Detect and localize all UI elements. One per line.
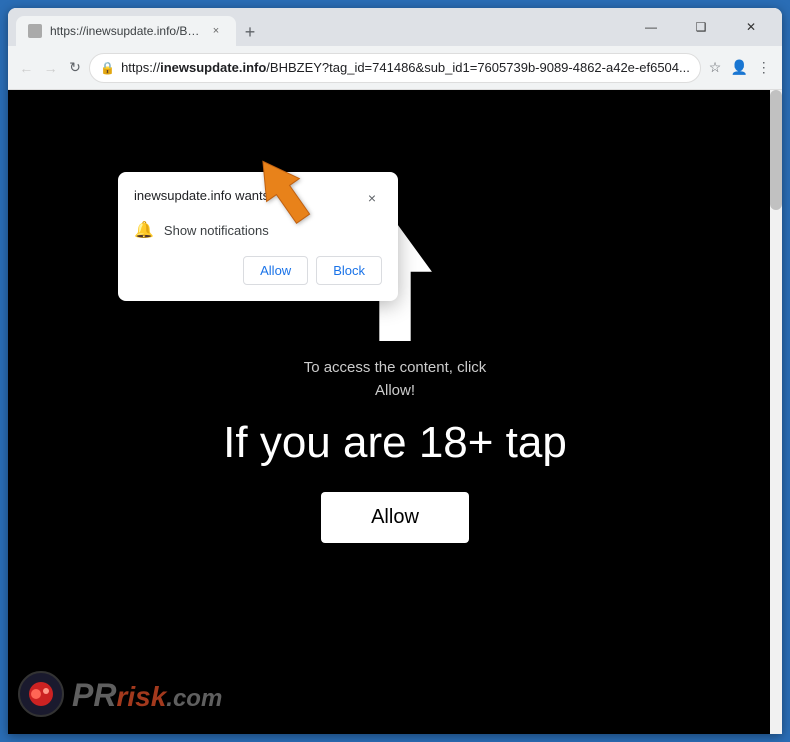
instruction-line1: To access the content, click — [304, 359, 487, 376]
allow-button-large[interactable]: Allow — [321, 492, 469, 543]
block-button[interactable]: Block — [316, 256, 382, 285]
page-instruction-text: To access the content, click Allow! — [304, 357, 487, 402]
orange-arrow-svg — [238, 150, 328, 230]
tab-close-button[interactable]: × — [208, 23, 224, 39]
tab-area: https://inewsupdate.info/BHBZE... × + — [16, 8, 616, 46]
logo-text-risk: risk — [116, 681, 166, 712]
scrollbar[interactable] — [770, 90, 782, 734]
bookmark-icon[interactable]: ☆ — [705, 54, 725, 82]
back-button[interactable]: ← — [16, 54, 36, 82]
maximize-button[interactable]: ❑ — [678, 12, 724, 42]
lock-icon: 🔒 — [100, 61, 115, 75]
new-tab-button[interactable]: + — [236, 18, 264, 46]
browser-window: https://inewsupdate.info/BHBZE... × + — … — [8, 8, 782, 734]
watermark: PRrisk.com — [8, 654, 782, 734]
watermark-logo: PRrisk.com — [18, 671, 222, 717]
close-window-button[interactable]: ✕ — [728, 12, 774, 42]
url-suffix: /BHBZEY?tag_id=741486&sub_id1=7605739b-9… — [266, 60, 690, 75]
bell-icon: 🔔 — [134, 220, 154, 240]
popup-close-button[interactable]: × — [362, 188, 382, 208]
logo-icon — [18, 671, 64, 717]
minimize-button[interactable]: — — [628, 12, 674, 42]
logo-svg — [26, 679, 56, 709]
forward-button[interactable]: → — [40, 54, 60, 82]
title-bar: https://inewsupdate.info/BHBZE... × + — … — [8, 8, 782, 46]
orange-arrow-indicator — [238, 150, 328, 235]
window-controls: — ❑ ✕ — [628, 12, 774, 42]
url-prefix: https:// — [121, 60, 160, 75]
scrollbar-thumb[interactable] — [770, 90, 782, 210]
reload-button[interactable]: ↻ — [65, 54, 85, 82]
logo-text-com: .com — [166, 685, 222, 712]
tab-favicon — [28, 24, 42, 38]
url-bar[interactable]: 🔒 https://inewsupdate.info/BHBZEY?tag_id… — [89, 53, 701, 83]
instruction-line2: Allow! — [375, 382, 415, 399]
webpage: To access the content, click Allow! If y… — [8, 90, 782, 734]
tab-title: https://inewsupdate.info/BHBZE... — [50, 24, 200, 38]
address-bar: ← → ↻ 🔒 https://inewsupdate.info/BHBZEY?… — [8, 46, 782, 90]
account-icon[interactable]: 👤 — [729, 54, 749, 82]
popup-buttons: Allow Block — [134, 256, 382, 285]
url-text: https://inewsupdate.info/BHBZEY?tag_id=7… — [121, 60, 690, 75]
age-text: If you are 18+ tap — [223, 418, 567, 468]
logo-text-pr: PR — [72, 677, 116, 713]
url-highlight: inewsupdate.info — [160, 60, 266, 75]
allow-button[interactable]: Allow — [243, 256, 308, 285]
menu-icon[interactable]: ⋮ — [754, 54, 774, 82]
logo-text: PRrisk.com — [72, 673, 222, 715]
browser-tab[interactable]: https://inewsupdate.info/BHBZE... × — [16, 16, 236, 46]
